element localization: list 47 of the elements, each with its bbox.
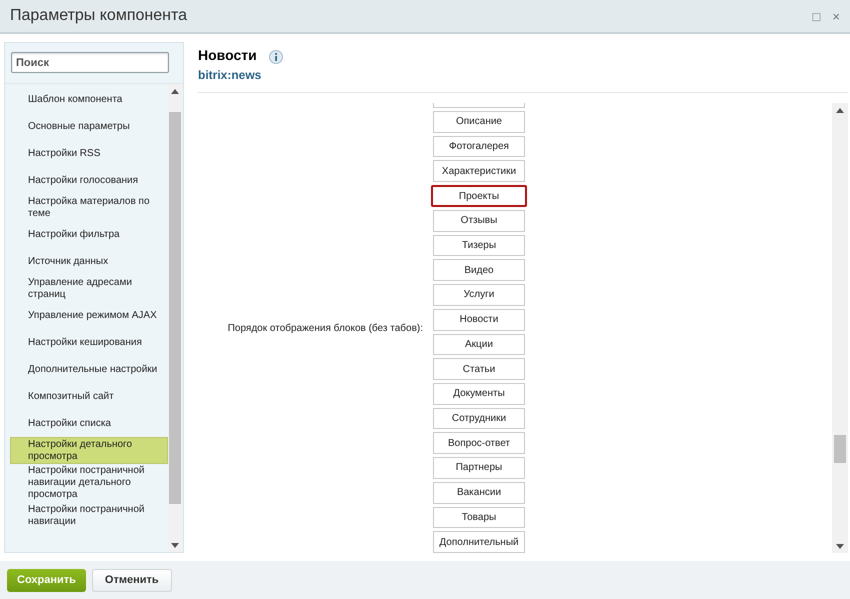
- sidebar-item[interactable]: Настройки кеширования: [10, 329, 168, 356]
- order-item[interactable]: Описание: [433, 111, 525, 133]
- info-icon[interactable]: [269, 50, 284, 64]
- order-item[interactable]: Отзывы: [433, 210, 525, 232]
- sidebar-item[interactable]: Дополнительные настройки: [10, 356, 168, 383]
- order-item[interactable]: Дополнительный: [433, 531, 525, 553]
- cancel-button[interactable]: Отменить: [92, 568, 172, 592]
- search-field[interactable]: Поиск: [11, 52, 169, 73]
- order-item[interactable]: Вакансии: [433, 482, 525, 504]
- sidebar-item[interactable]: Настройки голосования: [10, 167, 168, 194]
- scrollbar[interactable]: [168, 84, 182, 552]
- order-item[interactable]: Вопрос-ответ: [433, 432, 525, 454]
- sidebar-item[interactable]: Композитный сайт: [10, 383, 168, 410]
- order-item[interactable]: Сотрудники: [433, 408, 525, 430]
- sidebar-item[interactable]: Управление режимом AJAX: [10, 302, 168, 329]
- setting-label: Порядок отображения блоков (без табов):: [226, 322, 424, 336]
- sidebar-item[interactable]: Источник данных: [10, 248, 168, 275]
- maximize-button[interactable]: □: [812, 10, 820, 22]
- sidebar-item[interactable]: Настройки постраничной навигации: [10, 502, 168, 529]
- sidebar-item[interactable]: Основные параметры: [10, 113, 168, 140]
- sidebar-item[interactable]: Настройки списка: [10, 410, 168, 437]
- scrollbar-thumb[interactable]: [834, 435, 846, 463]
- order-item[interactable]: Документы: [433, 382, 525, 405]
- window-title: Параметры компонента: [10, 6, 187, 26]
- order-item[interactable]: Фотогалерея: [433, 136, 525, 158]
- scrollbar[interactable]: [832, 103, 848, 553]
- sidebar-item[interactable]: Настройка материалов по теме: [10, 194, 168, 221]
- scrollbar-thumb[interactable]: [169, 112, 181, 504]
- sidebar-item[interactable]: Шаблон компонента: [10, 86, 168, 113]
- component-title: Новости: [198, 46, 258, 65]
- order-item[interactable]: Новости: [433, 308, 525, 330]
- order-item[interactable]: Тизеры: [433, 234, 525, 256]
- sidebar-item[interactable]: Настройки фильтра: [10, 221, 168, 248]
- order-item[interactable]: Характеристики: [433, 160, 525, 182]
- order-item[interactable]: Услуги: [433, 284, 525, 306]
- order-item[interactable]: Партнеры: [433, 457, 525, 479]
- sidebar-item[interactable]: Настройки постраничной навигации детального просмотра: [10, 464, 168, 502]
- sidebar-item[interactable]: Настройки RSS: [10, 140, 168, 167]
- sidebar-item[interactable]: Управление адресами страниц: [10, 275, 168, 302]
- order-item[interactable]: Статьи: [433, 358, 525, 380]
- order-item[interactable]: Проекты: [431, 185, 527, 207]
- close-button[interactable]: ×: [832, 10, 840, 22]
- order-item[interactable]: Товары: [433, 506, 525, 528]
- component-code: bitrix:news: [198, 67, 262, 84]
- order-item[interactable]: Видео: [433, 259, 525, 282]
- sidebar-item[interactable]: Настройки детального просмотра: [10, 437, 168, 464]
- order-item[interactable]: Акции: [433, 334, 525, 356]
